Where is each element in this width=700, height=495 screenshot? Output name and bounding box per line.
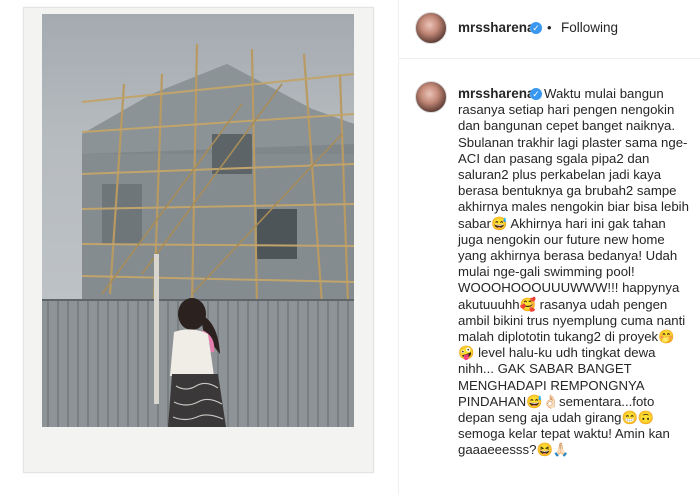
avatar[interactable] <box>415 12 447 44</box>
post-header: mrssharena ✓ • Following <box>399 0 700 59</box>
verified-badge-icon: ✓ <box>530 22 542 34</box>
caption-text: Waktu mulai bangun rasanya setiap hari p… <box>458 86 689 458</box>
construction-photo <box>42 43 354 427</box>
username-link[interactable]: mrssharena <box>458 20 535 35</box>
post-media <box>0 0 399 495</box>
caption-avatar[interactable] <box>415 81 447 113</box>
polaroid-frame <box>23 7 374 473</box>
post-photo[interactable] <box>42 14 354 427</box>
post-sidebar: mrssharena ✓ • Following mrssharena ✓ Wa… <box>399 0 700 495</box>
following-button[interactable]: Following <box>561 20 618 35</box>
separator-dot: • <box>547 20 552 35</box>
